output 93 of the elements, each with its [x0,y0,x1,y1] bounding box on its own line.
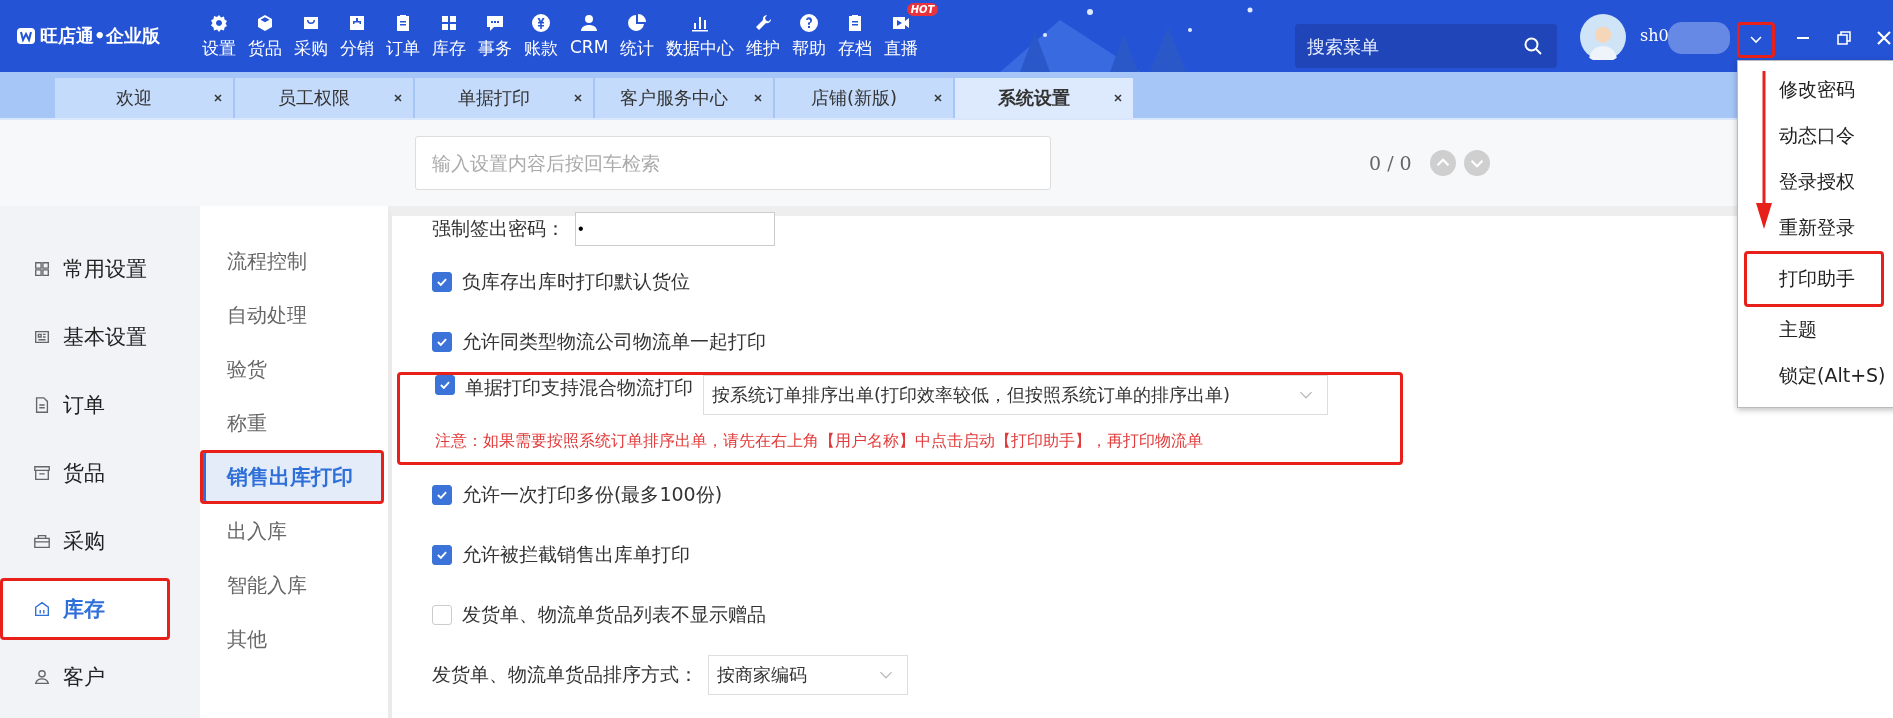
subnav-item[interactable]: 验货 [200,342,384,396]
restore-icon[interactable] [1836,30,1852,46]
yen-icon [531,12,551,33]
close-icon[interactable] [1113,93,1123,103]
toolbar-button[interactable]: 分销 [334,12,380,60]
checkbox[interactable] [432,272,452,292]
nav-item[interactable]: 货品 [0,442,200,504]
pie-chart-icon [627,12,648,33]
chevron-down-icon [1750,36,1762,44]
close-icon[interactable] [933,93,943,103]
menu-item[interactable]: 锁定(Alt+S) [1744,353,1884,399]
toolbar-button[interactable]: CRM [564,12,615,57]
nav-item[interactable]: 订单 [0,374,200,436]
box-icon [33,464,51,482]
checkbox-label: 负库存出库时打印默认货位 [462,269,690,294]
dropdown-button[interactable] [1737,22,1775,58]
menu-item[interactable]: 修改密码 [1744,67,1884,113]
toolbar-button[interactable]: 设置 [196,12,242,60]
person-icon [33,668,51,686]
chevron-down-icon [1299,390,1313,400]
chevron-down-icon [879,670,893,680]
checkbox[interactable] [435,375,455,395]
setting-label: 强制签出密码： [432,216,565,241]
help-icon [799,12,820,33]
toolbar-button[interactable]: 采购 [288,12,334,60]
grid-icon [33,260,51,278]
logo-icon [16,26,36,46]
settings-search-field[interactable]: 输入设置内容后按回车检索 [415,136,1051,190]
person-icon [579,12,600,33]
card-icon [33,328,51,346]
menu-item[interactable]: 重新登录 [1744,205,1884,251]
toolbar-button[interactable]: 事务 [472,12,518,60]
avatar-icon[interactable] [1580,14,1626,60]
toolbar-button[interactable]: 账款 [518,12,564,60]
checkbox[interactable] [432,332,452,352]
nav-item[interactable]: 基本设置 [0,306,200,368]
close-icon[interactable] [393,93,403,103]
checkbox-label: 允许同类型物流公司物流单一起打印 [462,329,766,354]
hot-badge: HOT [906,2,939,16]
toolbar-button[interactable]: 统计 [614,12,661,60]
tab[interactable]: 单据打印 [415,78,593,118]
user-name[interactable]: sh0 [1640,26,1669,45]
document-icon [33,396,51,414]
toolbar-button[interactable]: 库存 [426,12,472,60]
checkbox-label: 发货单、物流单货品列表不显示赠品 [462,602,766,627]
warning-note: 注意：如果需要按照系统订单排序出单，请先在右上角【用户名称】中点击启动【打印助手】，再打印物流单 [435,431,1204,452]
checkbox[interactable] [432,485,452,505]
menu-search-field[interactable]: 搜索菜单 [1295,24,1557,68]
blurred-patch [1668,22,1730,54]
search-icon [1523,36,1543,56]
close-icon[interactable] [573,93,583,103]
checkbox[interactable] [432,605,452,625]
subnav-item[interactable]: 流程控制 [200,234,384,288]
nav-item[interactable]: 常用设置 [0,238,200,300]
checkbox-label: 允许一次打印多份(最多100份) [462,482,723,507]
toolbar-button[interactable]: 维护 [740,12,787,60]
toolbar-button[interactable]: 数据中心 [660,12,741,60]
checkbox[interactable] [432,545,452,565]
subnav-item[interactable]: 其他 [200,612,384,666]
toolbar-button[interactable]: 订单 [380,12,426,60]
match-counter: 0 / 0 [1369,152,1412,174]
menu-item[interactable]: 打印助手 [1744,251,1884,307]
logo-text: 旺店通•企业版 [40,24,160,48]
select-field[interactable]: 按商家编码 [708,655,908,695]
subnav-item[interactable]: 称重 [200,396,384,450]
select-field[interactable]: 按系统订单排序出单(打印效率较低，但按照系统订单的排序出单) [703,375,1328,415]
setting-label: 发货单、物流单货品排序方式： [432,662,698,687]
menu-item[interactable]: 动态口令 [1744,113,1884,159]
checkbox-label: 单据打印支持混合物流打印 [465,375,693,400]
house-icon [33,600,51,618]
close-icon[interactable] [213,93,223,103]
subnav-item[interactable]: 自动处理 [200,288,384,342]
tab[interactable]: 欢迎 [55,78,233,118]
nav-item[interactable]: 库存 [0,578,170,640]
toolbar-button[interactable]: 货品 [242,12,288,60]
menu-item[interactable]: 主题 [1744,307,1884,353]
nav-item[interactable]: 客户 [0,646,200,708]
toolbar-button[interactable]: 存档 [832,12,879,60]
nav-item[interactable]: 采购 [0,510,200,572]
tab[interactable]: 系统设置 [955,78,1133,118]
subnav-item[interactable]: 销售出库打印 [200,450,384,504]
close-icon[interactable] [753,93,763,103]
password-field[interactable]: • [575,212,775,246]
tab[interactable]: 店铺(新版) [775,78,953,118]
tab[interactable]: 客户服务中心 [595,78,773,118]
briefcase-icon [33,532,51,550]
cube-icon [255,12,275,33]
checkbox-label: 允许被拦截销售出库单打印 [462,542,690,567]
subnav-item[interactable]: 智能入库 [200,558,384,612]
tab[interactable]: 员工权限 [235,78,413,118]
subnav-item[interactable]: 出入库 [200,504,384,558]
menu-item[interactable]: 登录授权 [1744,159,1884,205]
toolbar-button[interactable]: 帮助 [786,12,833,60]
